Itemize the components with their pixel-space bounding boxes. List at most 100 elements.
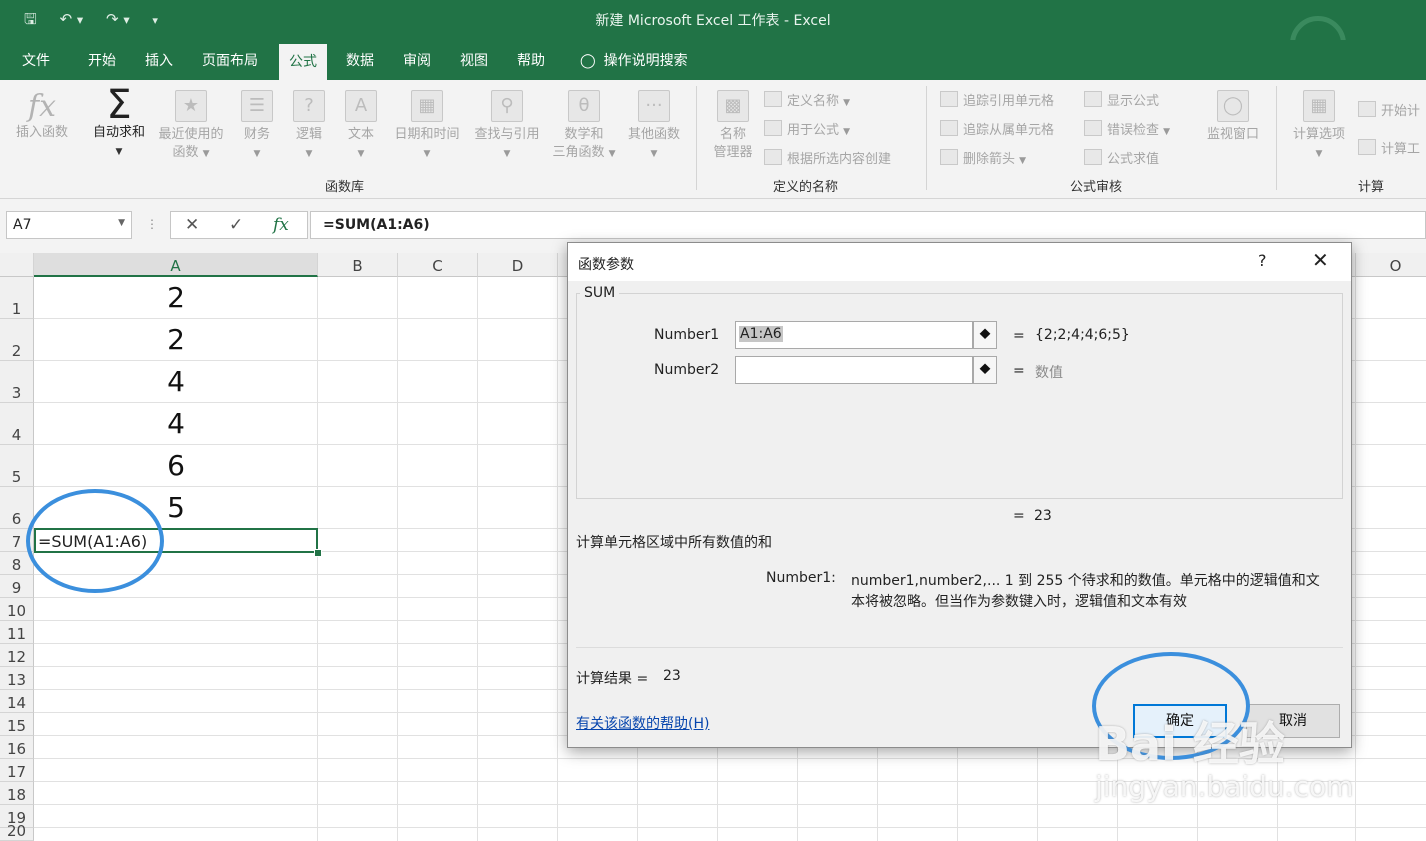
calculation-options-button[interactable]: ▦ 计算选项 ▼ bbox=[1286, 90, 1352, 163]
number2-input[interactable] bbox=[735, 356, 973, 384]
cell-value[interactable]: 2 bbox=[34, 323, 318, 356]
result-preview: 23 bbox=[1034, 508, 1052, 524]
insert-function-button[interactable]: fx 插入函数 bbox=[8, 90, 76, 142]
row-header[interactable]: 18 bbox=[0, 782, 34, 805]
watch-window-icon: ◯ bbox=[1217, 90, 1249, 122]
row-header[interactable]: 9 bbox=[0, 575, 34, 598]
theta-icon: θ bbox=[568, 90, 600, 122]
tab-home[interactable]: 开始 bbox=[88, 52, 116, 80]
tab-formulas[interactable]: 公式 bbox=[279, 44, 327, 80]
row-header[interactable]: 12 bbox=[0, 644, 34, 667]
select-all-corner[interactable] bbox=[0, 253, 34, 277]
cancel-formula-icon[interactable]: ✕ bbox=[185, 215, 199, 235]
cell-value[interactable]: 2 bbox=[34, 281, 318, 314]
financial-button[interactable]: ☰ 财务 ▼ bbox=[236, 90, 278, 163]
more-options-icon[interactable]: ⋮ bbox=[146, 217, 158, 231]
insert-function-icon[interactable]: fx bbox=[273, 215, 289, 235]
tell-me-search[interactable]: ◯ 操作说明搜索 bbox=[580, 52, 688, 80]
row-number: 1 bbox=[11, 300, 22, 318]
watch-window-button[interactable]: ◯ 监视窗口 bbox=[1200, 90, 1266, 144]
row-header[interactable]: 11 bbox=[0, 621, 34, 644]
cell-value[interactable]: 6 bbox=[34, 449, 318, 482]
trace-dependents-button[interactable]: 追踪从属单元格 bbox=[940, 119, 1054, 138]
column-header-a[interactable]: A bbox=[34, 253, 318, 277]
row-header[interactable]: 15 bbox=[0, 713, 34, 736]
cell-value[interactable]: 4 bbox=[34, 365, 318, 398]
column-gridline bbox=[557, 277, 558, 841]
fx-icon: fx bbox=[27, 89, 57, 124]
row-header[interactable]: 6 bbox=[0, 487, 34, 529]
function-name: SUM bbox=[584, 285, 616, 301]
row-header[interactable]: 16 bbox=[0, 736, 34, 759]
group-separator bbox=[696, 86, 697, 190]
row-number: 2 bbox=[11, 342, 22, 360]
tab-view[interactable]: 视图 bbox=[460, 52, 488, 80]
chevron-down-icon[interactable]: ▼ bbox=[118, 218, 125, 228]
function-args-group: SUM bbox=[576, 285, 1343, 499]
row-number: 17 bbox=[6, 763, 27, 781]
name-box[interactable]: A7 ▼ bbox=[6, 211, 132, 239]
calculate-sheet-button[interactable]: 计算工 bbox=[1358, 138, 1420, 157]
row-header[interactable]: 14 bbox=[0, 690, 34, 713]
row-header[interactable]: 20 bbox=[0, 822, 34, 841]
row-number: 8 bbox=[11, 556, 22, 574]
lookup-reference-button[interactable]: ⚲ 查找与引用 ▼ bbox=[468, 90, 546, 163]
row-number: 9 bbox=[11, 579, 22, 597]
baidu-watermark: Bai 经验 jingyan.baidu.com bbox=[1095, 708, 1425, 838]
number1-input[interactable]: A1:A6 bbox=[735, 321, 973, 349]
tab-insert[interactable]: 插入 bbox=[145, 52, 173, 80]
evaluate-formula-button[interactable]: 公式求值 bbox=[1084, 148, 1159, 167]
row-header[interactable]: 2 bbox=[0, 319, 34, 361]
math-trig-button[interactable]: θ 数学和 三角函数 ▼ bbox=[548, 90, 620, 163]
row-header[interactable]: 4 bbox=[0, 403, 34, 445]
row-number: 20 bbox=[6, 822, 27, 840]
name-manager-button[interactable]: ▩ 名称 管理器 bbox=[706, 90, 760, 162]
tab-file[interactable]: 文件 bbox=[22, 52, 50, 80]
error-checking-button[interactable]: 错误检查 ▼ bbox=[1084, 119, 1170, 138]
row-header[interactable]: 10 bbox=[0, 598, 34, 621]
tab-page-layout[interactable]: 页面布局 bbox=[202, 52, 258, 80]
confirm-formula-icon[interactable]: ✓ bbox=[229, 215, 243, 235]
defined-names-group-label: 定义的名称 bbox=[773, 180, 839, 195]
use-in-formula-button[interactable]: 用于公式 ▼ bbox=[764, 119, 850, 138]
show-formulas-icon bbox=[1084, 91, 1102, 107]
fill-handle[interactable] bbox=[314, 549, 322, 557]
trace-precedents-icon bbox=[940, 91, 958, 107]
tab-data[interactable]: 数据 bbox=[346, 52, 374, 80]
logical-button[interactable]: ? 逻辑 ▼ bbox=[288, 90, 330, 163]
calc-result-value: 23 bbox=[663, 668, 681, 684]
trace-precedents-button[interactable]: 追踪引用单元格 bbox=[940, 90, 1054, 109]
function-help-link[interactable]: 有关该函数的帮助(H) bbox=[576, 713, 709, 733]
tab-help[interactable]: 帮助 bbox=[517, 52, 545, 80]
column-header-o[interactable]: O bbox=[1356, 253, 1426, 277]
close-icon[interactable]: ✕ bbox=[1312, 248, 1329, 272]
help-icon[interactable]: ? bbox=[1258, 251, 1267, 270]
tab-review[interactable]: 审阅 bbox=[403, 52, 431, 80]
calculate-now-button[interactable]: 开始计 bbox=[1358, 100, 1420, 119]
date-time-button[interactable]: ▦ 日期和时间 ▼ bbox=[388, 90, 466, 163]
show-formulas-button[interactable]: 显示公式 bbox=[1084, 90, 1159, 109]
collapse-dialog-icon[interactable]: ⯁ bbox=[973, 321, 997, 349]
collapse-dialog-icon[interactable]: ⯁ bbox=[973, 356, 997, 384]
row-header[interactable]: 3 bbox=[0, 361, 34, 403]
formula-input[interactable]: =SUM(A1:A6) bbox=[310, 211, 1426, 239]
row-header[interactable]: 1 bbox=[0, 277, 34, 319]
text-button[interactable]: A 文本 ▼ bbox=[340, 90, 382, 163]
watermark-logo-text: Bai 经验 bbox=[1095, 717, 1285, 771]
column-header-b[interactable]: B bbox=[318, 253, 398, 277]
create-from-selection-button[interactable]: 根据所选内容创建 bbox=[764, 148, 891, 167]
remove-arrows-button[interactable]: 删除箭头 ▼ bbox=[940, 148, 1026, 167]
dialog-title-bar: 函数参数 ? ✕ bbox=[568, 243, 1351, 281]
autosum-button[interactable]: Σ 自动求和 ▼ bbox=[86, 85, 152, 161]
column-header-c[interactable]: C bbox=[398, 253, 478, 277]
recent-functions-button[interactable]: ★ 最近使用的 函数 ▼ bbox=[152, 90, 230, 163]
formula-buttons: ✕ ✓ fx bbox=[170, 211, 308, 239]
row-header[interactable]: 17 bbox=[0, 759, 34, 782]
more-functions-button[interactable]: ··· 其他函数 ▼ bbox=[622, 90, 686, 163]
column-gridline bbox=[317, 277, 318, 841]
define-name-button[interactable]: 定义名称 ▼ bbox=[764, 90, 850, 109]
row-header[interactable]: 13 bbox=[0, 667, 34, 690]
row-header[interactable]: 5 bbox=[0, 445, 34, 487]
cell-value[interactable]: 4 bbox=[34, 407, 318, 440]
column-header-d[interactable]: D bbox=[478, 253, 558, 277]
